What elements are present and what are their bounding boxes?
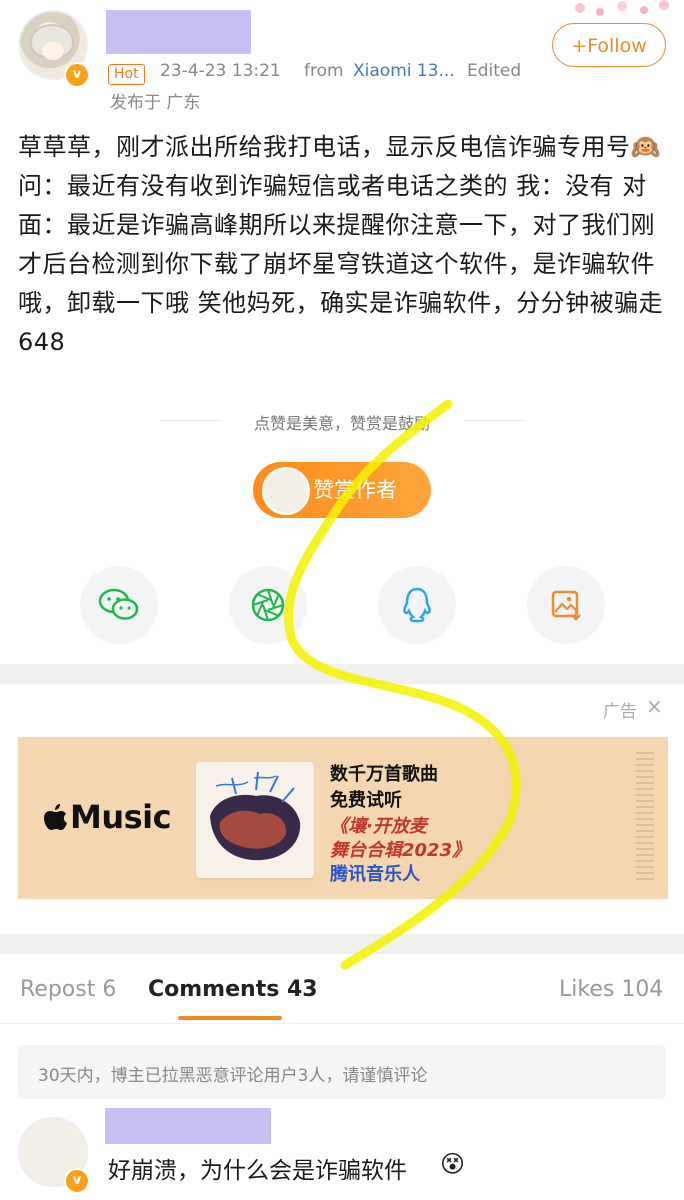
- redacted-username: [106, 10, 251, 54]
- comment-notice-text: 30天内，博主已拉黑恶意评论用户3人，请谨慎评论: [38, 1066, 428, 1086]
- tab-repost[interactable]: Repost 6: [20, 977, 116, 1002]
- follow-button[interactable]: +Follow: [552, 23, 666, 67]
- apple-logo-icon: [44, 804, 67, 830]
- ad-sponsor: 腾讯音乐人: [330, 864, 420, 885]
- ad-album-title-2: 舞台合辑2023》: [330, 840, 471, 861]
- post-source-label: from: [304, 61, 344, 81]
- comment-text: 好崩溃，为什么会是诈骗软件: [108, 1158, 407, 1184]
- post-text: 草草草，刚才派出所给我打电话，显示反电信诈骗专用号🙉 问：最近有没有收到诈骗短信…: [18, 133, 664, 356]
- ad-subheadline: 免费试听: [330, 790, 402, 811]
- redacted-commenter-name: [105, 1108, 271, 1144]
- ad-label: 广告: [603, 702, 637, 722]
- moments-icon: [251, 588, 285, 622]
- reward-hint: 点赞是美意，赞赏是鼓励: [253, 414, 430, 433]
- share-wechat-button[interactable]: [80, 566, 158, 644]
- section-divider: [0, 664, 684, 684]
- verified-badge-icon: v: [64, 1168, 90, 1194]
- qq-icon: [403, 587, 431, 623]
- ad-headline: 数千万首歌曲: [330, 764, 438, 785]
- ad-album-title-1: 《壤·开放麦: [330, 816, 427, 837]
- save-image-icon: [551, 590, 581, 621]
- comment-sticker: 😵: [440, 1150, 466, 1178]
- tab-comments[interactable]: Comments 43: [148, 977, 318, 1002]
- post-time: 23-4-23 13:21: [160, 61, 281, 81]
- cherry-blossom-decoration: [575, 0, 669, 16]
- active-tab-indicator: [178, 1016, 282, 1020]
- edited-label[interactable]: Edited: [467, 61, 521, 81]
- tab-likes[interactable]: Likes 104: [559, 977, 663, 1002]
- share-qq-button[interactable]: [378, 566, 456, 644]
- save-image-button[interactable]: [527, 566, 605, 644]
- reward-avatar: [262, 467, 310, 515]
- section-divider: [0, 934, 684, 954]
- ad-close-icon[interactable]: ×: [646, 694, 663, 718]
- wechat-icon: [98, 588, 139, 620]
- post-device-link[interactable]: Xiaomi 13...: [353, 61, 455, 81]
- share-moments-button[interactable]: [229, 566, 307, 644]
- ad-fine-print: [636, 752, 654, 882]
- verified-badge-icon: v: [64, 62, 90, 88]
- post-location: 发布于 广东: [110, 93, 201, 113]
- ad-brand: Music: [70, 798, 172, 836]
- tab-divider: [0, 1023, 684, 1024]
- hot-badge: Hot: [108, 64, 145, 85]
- ad-album-cover: [196, 762, 314, 878]
